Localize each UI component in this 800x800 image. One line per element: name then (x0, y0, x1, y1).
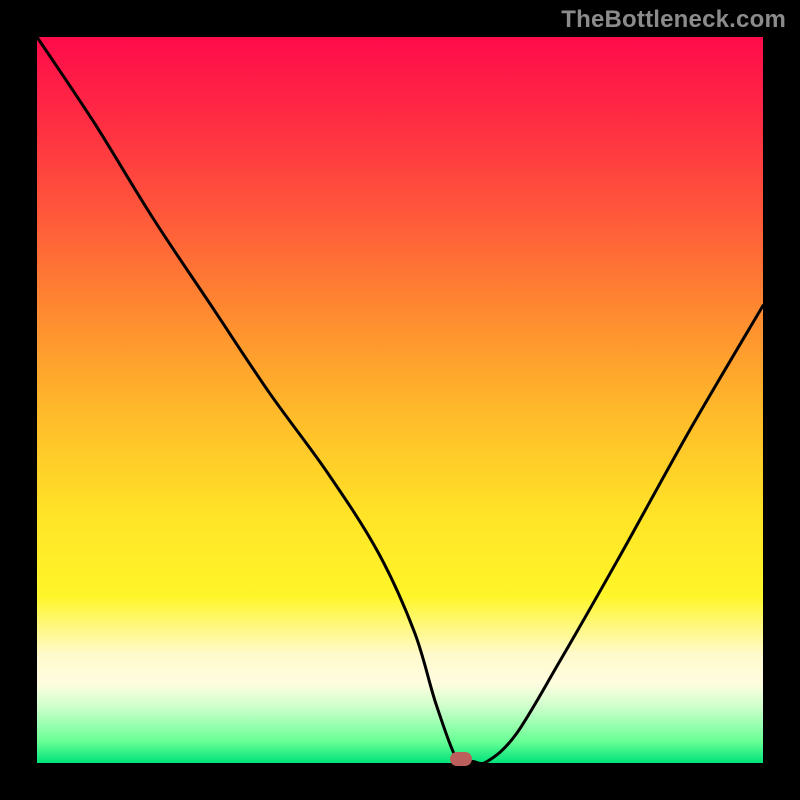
watermark-text: TheBottleneck.com (561, 6, 786, 34)
chart-frame: TheBottleneck.com (0, 0, 800, 800)
optimal-point-marker (450, 752, 472, 766)
bottleneck-curve (37, 37, 763, 763)
plot-area (37, 37, 763, 763)
